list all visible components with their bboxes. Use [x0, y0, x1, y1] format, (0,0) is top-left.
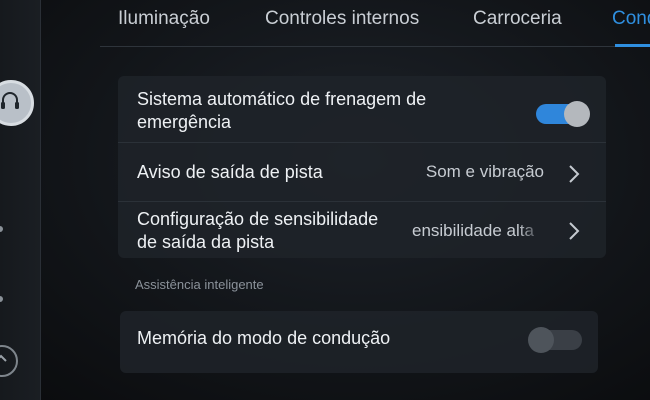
lane-sensitivity-label: Configuração de sensibilidade de saída d… [137, 209, 379, 252]
lane-sensitivity-value: ensibilidade alta [412, 221, 534, 240]
tab-carroceria[interactable]: Carroceria [473, 8, 562, 30]
driving-settings-panel: Sistema automático de frenagem de emergê… [118, 76, 606, 258]
aeb-toggle[interactable] [536, 101, 590, 127]
dock-indicator [0, 296, 3, 302]
active-tab-indicator [615, 44, 650, 47]
tab-iluminacao[interactable]: Iluminação [118, 8, 210, 30]
voice-assistant-button[interactable] [0, 80, 34, 126]
settings-tabs: Iluminação Controles internos Carroceria… [100, 0, 650, 47]
chevron-up-icon [0, 354, 7, 362]
headset-icon [1, 92, 19, 109]
drive-mode-memory-label: Memória do modo de condução [137, 328, 391, 348]
chevron-right-icon [569, 165, 580, 183]
tab-controles-internos[interactable]: Controles internos [265, 8, 419, 30]
list-item-lane-sensitivity[interactable]: Configuração de sensibilidade de saída d… [118, 202, 606, 258]
assist-panel: Memória do modo de condução [120, 311, 598, 373]
toggle-knob [564, 101, 590, 127]
scroll-up-button[interactable] [0, 345, 18, 377]
left-dock [0, 0, 41, 400]
list-item-lane-departure-warning[interactable]: Aviso de saída de pista Som e vibração [118, 143, 606, 201]
list-item-drive-mode-memory[interactable]: Memória do modo de condução [120, 311, 598, 373]
drive-mode-memory-toggle[interactable] [528, 327, 582, 353]
aeb-label: Sistema automático de frenagem de emergê… [137, 89, 427, 132]
chevron-right-icon [569, 222, 580, 240]
section-title-assistencia: Assistência inteligente [135, 277, 264, 292]
lane-warning-label: Aviso de saída de pista [137, 162, 323, 182]
tab-conducao[interactable]: Cond [612, 8, 650, 30]
toggle-knob [528, 327, 554, 353]
lane-warning-value: Som e vibração [425, 162, 544, 181]
dock-indicator [0, 226, 3, 232]
list-item-aeb[interactable]: Sistema automático de frenagem de emergê… [118, 76, 606, 142]
